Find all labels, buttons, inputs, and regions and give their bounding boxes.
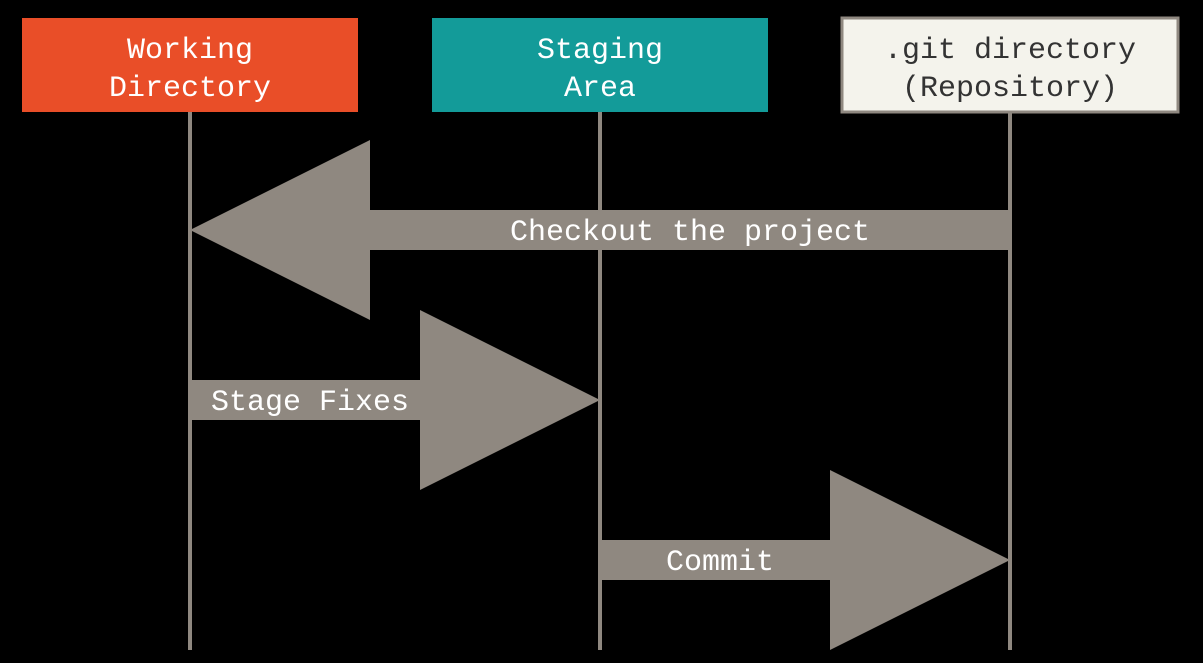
box-git-directory: .git directory (Repository): [842, 18, 1178, 112]
arrow-commit: Commit: [600, 470, 1010, 650]
arrow-stage-fixes: Stage Fixes: [190, 310, 600, 490]
box-working-line1: Working: [127, 34, 253, 68]
box-staging-line1: Staging: [537, 34, 663, 68]
box-staging-line2: Area: [564, 72, 636, 106]
arrow-checkout-label: Checkout the project: [510, 216, 870, 250]
arrow-stage-label: Stage Fixes: [211, 386, 409, 420]
box-repo-line1: .git directory: [884, 34, 1136, 68]
box-working-directory: Working Directory: [22, 18, 358, 112]
box-working-line2: Directory: [109, 72, 271, 106]
arrow-commit-label: Commit: [666, 546, 774, 580]
git-areas-diagram: Working Directory Staging Area .git dire…: [0, 0, 1203, 663]
box-staging-area: Staging Area: [432, 18, 768, 112]
box-repo-line2: (Repository): [902, 72, 1118, 106]
